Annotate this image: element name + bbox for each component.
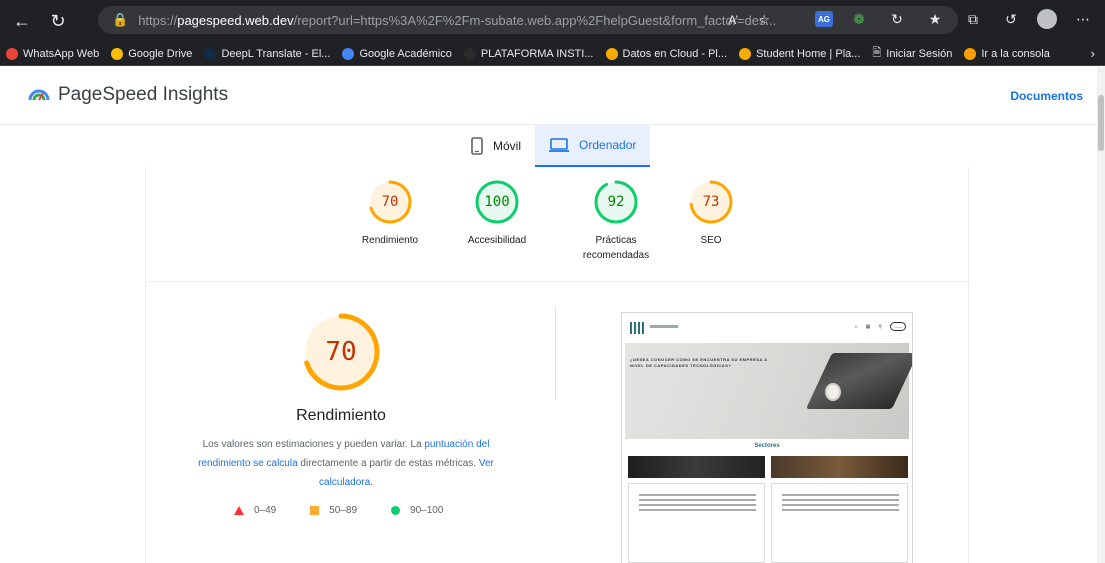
thumb-section-title: Sectores — [754, 443, 780, 449]
square-icon — [310, 506, 320, 515]
gauge-best-practices[interactable]: 92 Prácticas recomendadas — [561, 179, 671, 263]
url-prefix: https:// — [138, 12, 178, 28]
chevron-right-icon[interactable]: › — [1091, 46, 1095, 61]
psi-header: PageSpeed Insights Documentos — [0, 67, 1097, 125]
bookmark-icon — [605, 47, 618, 60]
history-icon[interactable]: ↺ — [999, 7, 1023, 31]
tab-desktop[interactable]: Ordenador — [535, 125, 651, 167]
laptop-icon — [549, 138, 570, 152]
thumb-sector-image — [628, 456, 765, 478]
url-host: pagespeed.web.dev — [177, 12, 294, 28]
main-gauge-title: Rendimiento — [296, 407, 386, 424]
triangle-icon — [234, 506, 244, 515]
gauge-ring: 92 — [593, 179, 639, 225]
thumb-hero-text: ¿DESEA CONOCER COMO SE ENCUENTRA SU EMPR… — [630, 357, 768, 368]
extension-puzzle-icon[interactable]: ❁ — [847, 7, 871, 31]
bookmark-item[interactable]: DeepL Translate - El... — [204, 47, 330, 60]
thumb-cup-image — [825, 383, 841, 401]
favorite-star-icon[interactable]: ☆ — [758, 12, 770, 28]
browser-toolbar: ← ↻ 🔒 https://pagespeed.web.dev/report?u… — [0, 0, 1105, 42]
psi-title: PageSpeed Insights — [58, 84, 229, 105]
bookmark-icon — [111, 47, 124, 60]
thumb-header: ⌂ ▦ ⚲ —— — [622, 313, 912, 343]
docs-link[interactable]: Documentos — [1010, 89, 1083, 103]
main-gauge-value: 70 — [325, 337, 357, 367]
legend-item-good: 90–100 — [391, 505, 443, 516]
gauge-value: 70 — [381, 194, 399, 210]
legend-item-average: 50–89 — [310, 505, 357, 516]
extension-icon[interactable]: AG — [815, 11, 833, 27]
page-content: PageSpeed Insights Documentos Móvil Orde… — [0, 67, 1097, 563]
report-card: 70 Rendimiento 100 Accesibilidad 92 Prác… — [145, 167, 970, 563]
device-tabs: Móvil Ordenador — [457, 125, 651, 167]
favorites-icon[interactable]: ★ — [923, 7, 947, 31]
bookmark-item[interactable]: Google Drive — [111, 47, 192, 60]
score-legend: 0–49 50–89 90–100 — [234, 505, 443, 516]
bookmark-item[interactable]: Ir a la consola — [964, 47, 1050, 60]
gauge-label: Prácticas recomendadas — [582, 235, 650, 261]
more-menu-icon[interactable]: ⋯ — [1071, 7, 1095, 31]
gauge-ring: 73 — [688, 179, 734, 225]
circle-icon — [391, 506, 401, 515]
performance-description: Los valores son estimaciones y pueden va… — [198, 439, 494, 488]
bookmark-icon — [342, 47, 355, 60]
refresh-icon[interactable]: ↻ — [44, 7, 72, 35]
phone-icon — [471, 137, 483, 155]
bookmark-item[interactable]: Datos en Cloud - Pl... — [605, 47, 727, 60]
gauge-value: 92 — [607, 194, 625, 210]
thumb-button: —— — [890, 322, 906, 331]
bookmark-item[interactable]: PLATAFORMA INSTI... — [463, 47, 594, 60]
gauge-performance[interactable]: 70 Rendimiento — [335, 179, 445, 248]
read-aloud-icon[interactable]: A’ — [728, 13, 738, 27]
bookmark-icon — [463, 47, 476, 60]
gauge-label: Rendimiento — [361, 235, 419, 246]
page-scrollbar[interactable] — [1097, 67, 1105, 563]
bookmarks-bar: WhatsApp Web Google Drive DeepL Translat… — [0, 42, 1105, 66]
thumb-search-icon: ⚲ — [878, 323, 882, 330]
thumb-nav: ⌂ ▦ ⚲ —— — [855, 322, 906, 331]
vertical-divider — [555, 307, 556, 399]
pagespeed-logo-icon — [28, 89, 50, 101]
bookmark-item[interactable]: Student Home | Pla... — [739, 47, 860, 60]
bookmark-icon — [6, 47, 18, 60]
gauge-accessibility[interactable]: 100 Accesibilidad — [442, 179, 552, 248]
gauge-seo[interactable]: 73 SEO — [656, 179, 766, 248]
bookmark-item[interactable]: Google Académico — [342, 47, 452, 60]
divider — [146, 281, 970, 282]
thumb-sector-image — [771, 456, 908, 478]
bookmark-item[interactable]: WhatsApp Web — [6, 47, 99, 60]
gauge-value: 73 — [702, 194, 720, 210]
thumb-sector-card — [771, 483, 908, 563]
thumb-grid-icon: ▦ — [865, 323, 871, 330]
gauge-ring: 70 — [367, 179, 413, 225]
collections-icon[interactable]: ⧉ — [961, 7, 985, 31]
bookmark-icon — [204, 47, 217, 60]
lock-icon: 🔒 — [112, 12, 129, 27]
copilot-icon[interactable]: ↻ — [885, 7, 909, 31]
bookmark-item[interactable]: 🗎 Iniciar Sesión — [872, 44, 952, 63]
gauge-label: SEO — [700, 235, 722, 246]
thumb-sector-card — [628, 483, 765, 563]
page-icon: 🗎 — [872, 47, 882, 59]
thumb-laptop-image — [805, 353, 912, 409]
score-gauges: 70 Rendimiento 100 Accesibilidad 92 Prác… — [146, 179, 970, 289]
back-arrow-icon[interactable]: ← — [8, 7, 36, 35]
profile-avatar[interactable] — [1037, 9, 1057, 29]
tab-mobile[interactable]: Móvil — [457, 125, 535, 167]
gauge-ring: 100 — [474, 179, 520, 225]
main-performance-gauge: 70 — [301, 312, 381, 392]
scrollbar-thumb[interactable] — [1098, 95, 1104, 151]
psi-logo[interactable]: PageSpeed Insights — [28, 84, 228, 106]
gauge-value: 100 — [484, 194, 510, 210]
thumb-home-icon: ⌂ — [854, 323, 858, 330]
bookmark-icon — [964, 47, 977, 60]
bookmark-icon — [739, 47, 752, 60]
thumb-logo-text — [650, 325, 678, 328]
thumb-logo-icon — [630, 322, 646, 334]
url-path: /report?url=https%3A%2F%2Fm-subate.web.a… — [293, 12, 777, 28]
gauge-label: Accesibilidad — [467, 235, 527, 246]
page-screenshot-thumbnail: ⌂ ▦ ⚲ —— ¿DESEA CONOCER COMO SE ENCUENTR… — [621, 312, 913, 563]
legend-item-poor: 0–49 — [234, 505, 276, 516]
